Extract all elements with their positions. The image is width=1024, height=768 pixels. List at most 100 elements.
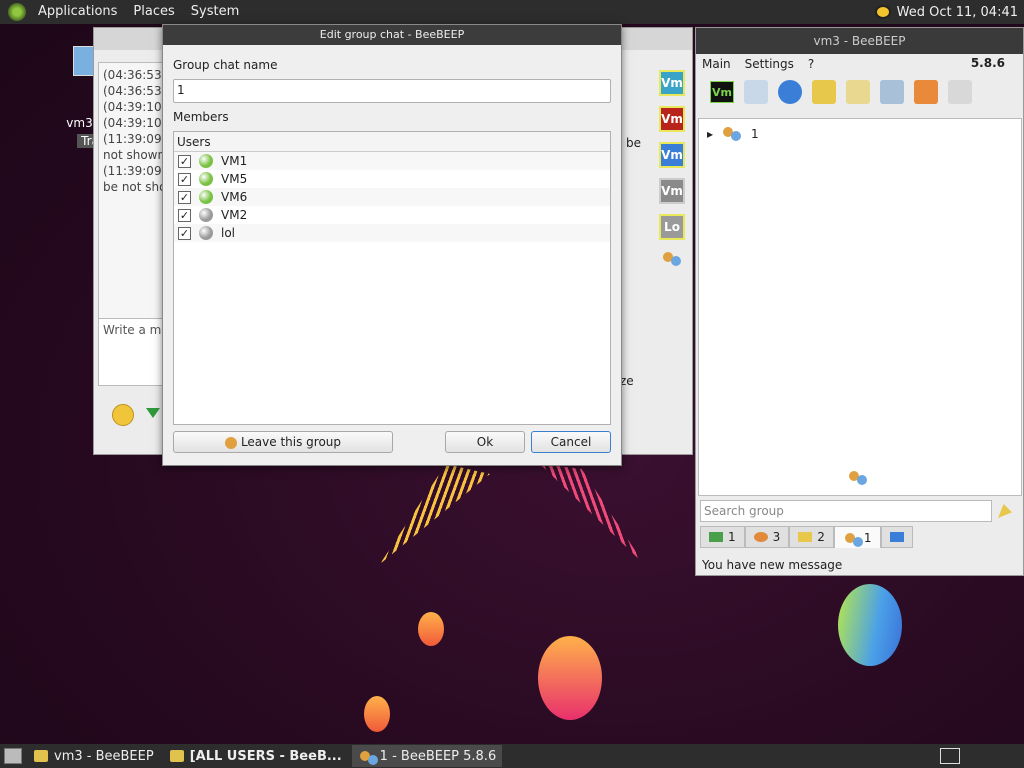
status-dot-icon bbox=[199, 172, 213, 186]
clock[interactable]: Wed Oct 11, 04:41 bbox=[897, 5, 1018, 20]
tab-label: 1 bbox=[728, 530, 736, 544]
member-row[interactable]: ✓ VM6 bbox=[174, 188, 610, 206]
users-column-header[interactable]: Users bbox=[174, 132, 610, 152]
members-label: Members bbox=[173, 110, 229, 124]
member-row[interactable]: ✓ VM2 bbox=[174, 206, 610, 224]
taskbar-item-active[interactable]: 1 - BeeBEEP 5.8.6 bbox=[351, 745, 503, 767]
member-row[interactable]: ✓ VM1 bbox=[174, 152, 610, 170]
places-menu[interactable]: Places bbox=[125, 0, 182, 24]
trash-icon[interactable] bbox=[948, 80, 972, 104]
search-group-input[interactable]: Search group bbox=[700, 500, 992, 522]
profile-icon[interactable] bbox=[744, 80, 768, 104]
members-list: Users ✓ VM1 ✓ VM5 ✓ VM6 ✓ VM2 ✓ lol bbox=[173, 131, 611, 425]
settings-menu[interactable]: Settings bbox=[745, 57, 794, 71]
network-icon[interactable] bbox=[778, 80, 802, 104]
main-menu[interactable]: Main bbox=[702, 57, 731, 71]
member-checkbox[interactable]: ✓ bbox=[178, 172, 191, 186]
main-toolbar: Vm bbox=[696, 74, 1023, 110]
top-panel: Applications Places System Wed Oct 11, 0… bbox=[0, 0, 1024, 24]
emoji-icon[interactable] bbox=[112, 404, 134, 426]
member-rows: ✓ VM1 ✓ VM5 ✓ VM6 ✓ VM2 ✓ lol bbox=[174, 152, 610, 242]
member-checkbox[interactable]: ✓ bbox=[178, 208, 191, 222]
member-name: VM2 bbox=[221, 208, 248, 222]
beebeep-tray-icon[interactable] bbox=[874, 5, 891, 19]
group-list-icon bbox=[847, 469, 869, 487]
beebeep-app-icon bbox=[34, 750, 48, 762]
distro-logo-icon[interactable] bbox=[8, 3, 26, 21]
edit-group-chat-dialog: Edit group chat - BeeBEEP Group chat nam… bbox=[162, 24, 622, 466]
expand-arrow-icon[interactable]: ▸ bbox=[707, 127, 713, 141]
workspace-switcher[interactable] bbox=[940, 748, 960, 764]
group-item-label: 1 bbox=[751, 127, 759, 141]
bottom-taskbar: vm3 - BeeBEEP [ALL USERS - BeeB... 1 - B… bbox=[0, 744, 1024, 768]
group-icon[interactable] bbox=[661, 250, 683, 268]
status-dot-icon bbox=[199, 208, 213, 222]
leave-group-button[interactable]: Leave this group bbox=[173, 431, 393, 453]
group-icon bbox=[358, 749, 378, 765]
tab-network[interactable] bbox=[880, 526, 913, 548]
group-icon bbox=[721, 125, 743, 143]
member-checkbox[interactable]: ✓ bbox=[178, 190, 191, 204]
users-icon bbox=[753, 532, 768, 542]
member-checkbox[interactable]: ✓ bbox=[178, 226, 191, 240]
cancel-button[interactable]: Cancel bbox=[531, 431, 611, 453]
system-menu[interactable]: System bbox=[183, 0, 247, 24]
tab-group-chats[interactable]: 1 bbox=[833, 526, 881, 548]
chat-side-text: be bbox=[626, 136, 641, 150]
tab-chats[interactable]: 2 bbox=[789, 526, 834, 548]
vm-status-icon[interactable]: Vm bbox=[710, 81, 734, 103]
edit-icon[interactable] bbox=[846, 80, 870, 104]
taskbar-item[interactable]: vm3 - BeeBEEP bbox=[28, 745, 160, 767]
task-label: vm3 - BeeBEEP bbox=[54, 748, 154, 764]
tab-label: 3 bbox=[772, 530, 781, 544]
tab-users[interactable]: 1 bbox=[700, 526, 745, 548]
status-dot-icon bbox=[199, 190, 213, 204]
member-row[interactable]: ✓ lol bbox=[174, 224, 610, 242]
pink-balloon-decoration bbox=[538, 636, 602, 720]
help-menu[interactable]: ? bbox=[808, 57, 814, 71]
small-balloon-decoration bbox=[364, 696, 390, 732]
version-label: 5.8.6 bbox=[970, 56, 1005, 70]
taskbar-item[interactable]: [ALL USERS - BeeB... bbox=[164, 745, 348, 767]
user-icon bbox=[709, 532, 723, 542]
orange-balloon-decoration bbox=[418, 612, 444, 646]
top-panel-tray: Wed Oct 11, 04:41 bbox=[874, 0, 1018, 24]
beebeep-app-icon bbox=[169, 750, 184, 762]
tab-label: 1 bbox=[863, 530, 872, 545]
status-bar: You have new message bbox=[702, 558, 843, 572]
member-vm-badge[interactable]: Vm bbox=[659, 106, 685, 132]
member-row[interactable]: ✓ VM5 bbox=[174, 170, 610, 188]
ok-button[interactable]: Ok bbox=[445, 431, 525, 453]
dialog-title[interactable]: Edit group chat - BeeBEEP bbox=[163, 25, 621, 45]
show-desktop-icon[interactable] bbox=[4, 748, 22, 764]
member-name: lol bbox=[221, 226, 236, 240]
member-vm-badge[interactable]: Vm bbox=[659, 142, 685, 168]
group-tree: ▸ 1 bbox=[698, 118, 1022, 496]
applications-menu[interactable]: Applications bbox=[30, 0, 125, 24]
chat-size-label: ze bbox=[620, 374, 634, 388]
send-arrow-icon[interactable] bbox=[146, 408, 160, 418]
yellow-stripe-decoration bbox=[380, 464, 490, 564]
status-dot-icon bbox=[199, 154, 213, 168]
pink-stripe-decoration bbox=[540, 464, 644, 564]
tab-groups[interactable]: 3 bbox=[744, 526, 790, 548]
tab-label: 2 bbox=[817, 530, 825, 544]
member-vm-badge[interactable]: Vm bbox=[659, 70, 685, 96]
group-name-input[interactable]: 1 bbox=[173, 79, 611, 103]
broadcast-icon[interactable] bbox=[812, 80, 836, 104]
leave-group-label: Leave this group bbox=[240, 435, 342, 449]
group-name-label: Group chat name bbox=[173, 58, 278, 72]
member-name: VM6 bbox=[221, 190, 248, 204]
chat-icon bbox=[798, 532, 813, 542]
member-checkbox[interactable]: ✓ bbox=[178, 154, 191, 168]
member-vm-badge[interactable]: Vm bbox=[659, 178, 685, 204]
task-label: 1 - BeeBEEP 5.8.6 bbox=[379, 748, 497, 764]
tools-icon[interactable] bbox=[880, 80, 904, 104]
main-tabs: 1 3 2 1 bbox=[700, 526, 913, 548]
tree-item-group[interactable]: ▸ 1 bbox=[707, 125, 759, 143]
upload-icon[interactable] bbox=[914, 80, 938, 104]
member-lo-badge[interactable]: Lo bbox=[659, 214, 685, 240]
clear-search-icon[interactable] bbox=[998, 504, 1012, 518]
beebeep-main-window: vm3 - BeeBEEP Main Settings ? 5.8.6 Vm ▸… bbox=[695, 27, 1024, 576]
main-window-titlebar[interactable]: vm3 - BeeBEEP bbox=[696, 28, 1023, 54]
